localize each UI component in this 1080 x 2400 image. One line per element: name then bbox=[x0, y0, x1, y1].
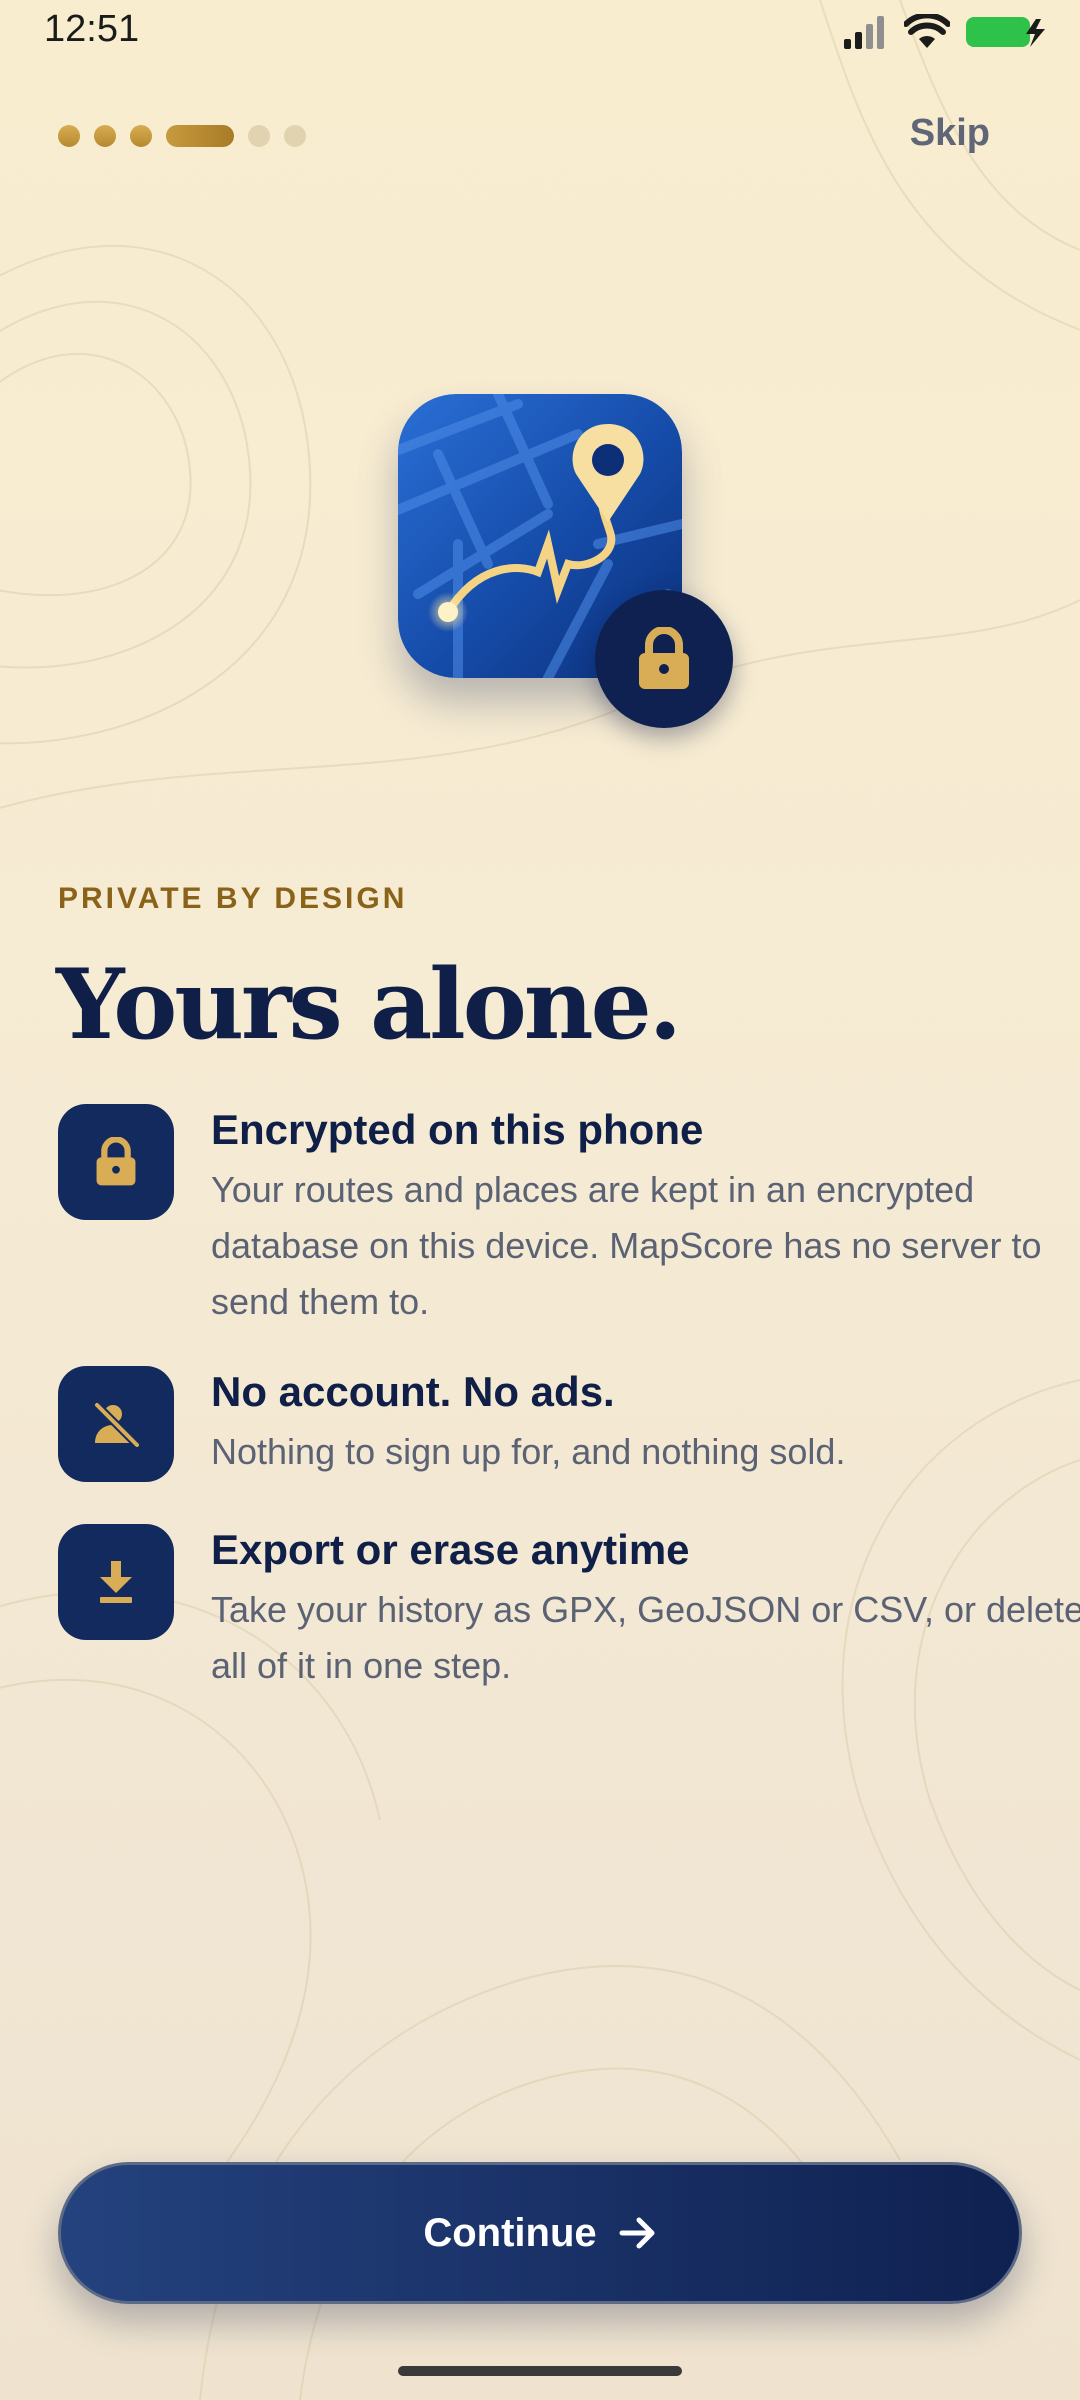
arrow-right-icon bbox=[619, 2217, 655, 2249]
feature-item-encrypted: Encrypted on this phone Your routes and … bbox=[58, 1104, 1041, 1324]
feature-item-export: Export or erase anytime Take your histor… bbox=[58, 1524, 1080, 1704]
skip-button[interactable]: Skip bbox=[910, 112, 990, 155]
page-dot bbox=[284, 125, 306, 147]
continue-label: Continue bbox=[423, 2210, 597, 2255]
battery-charging-icon bbox=[966, 17, 1045, 47]
lock-icon bbox=[639, 627, 689, 689]
page-dot bbox=[130, 125, 152, 147]
page-dot-active bbox=[166, 125, 234, 147]
hero-illustration bbox=[398, 394, 734, 730]
eyebrow-label: PRIVATE BY DESIGN bbox=[58, 882, 408, 915]
signal-icon bbox=[844, 16, 884, 49]
feature-description: Take your history as GPX, GeoJSON or CSV… bbox=[211, 1589, 1080, 1686]
lock-icon bbox=[96, 1137, 136, 1186]
feature-description: Nothing to sign up for, and nothing sold… bbox=[211, 1431, 846, 1472]
feature-title: Export or erase anytime bbox=[211, 1526, 690, 1573]
status-bar: 12:51 bbox=[0, 0, 1080, 64]
page-dot bbox=[94, 125, 116, 147]
feature-icon-tile bbox=[58, 1104, 174, 1220]
continue-button[interactable]: Continue bbox=[58, 2162, 1022, 2304]
feature-item-no-account: No account. No ads. Nothing to sign up f… bbox=[58, 1366, 1028, 1486]
feature-title: Encrypted on this phone bbox=[211, 1106, 704, 1153]
page-title: Yours alone. bbox=[56, 948, 682, 1061]
page-dot bbox=[58, 125, 80, 147]
no-account-icon bbox=[93, 1401, 141, 1449]
feature-title: No account. No ads. bbox=[211, 1368, 615, 1415]
feature-description: Your routes and places are kept in an en… bbox=[211, 1169, 1042, 1322]
lock-badge bbox=[595, 590, 733, 728]
status-icons bbox=[842, 12, 1048, 52]
home-indicator bbox=[398, 2366, 682, 2376]
page-dot bbox=[248, 125, 270, 147]
onboarding-page-indicator bbox=[58, 124, 306, 148]
feature-icon-tile bbox=[58, 1366, 174, 1482]
download-icon bbox=[100, 1561, 132, 1603]
feature-icon-tile bbox=[58, 1524, 174, 1640]
status-time: 12:51 bbox=[44, 8, 140, 50]
wifi-icon bbox=[904, 14, 950, 48]
